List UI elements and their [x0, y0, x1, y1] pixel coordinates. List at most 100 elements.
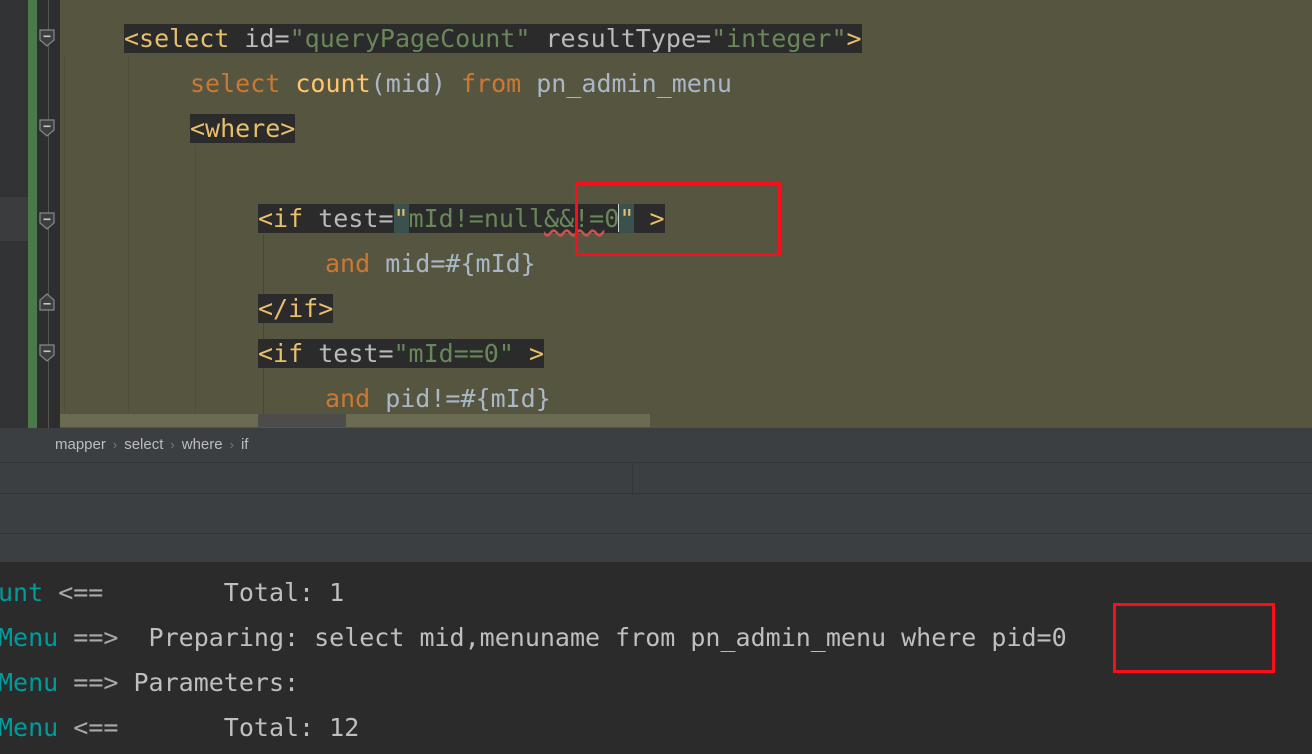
code-token: mid	[385, 69, 431, 98]
code-token: "mId==0"	[393, 339, 514, 368]
code-token: =	[696, 24, 712, 53]
panel-vertical-divider[interactable]	[632, 462, 633, 493]
code-token: </if>	[258, 294, 334, 323]
code-token: count	[295, 69, 371, 98]
console-line-3: Menu ==> Parameters:	[0, 660, 314, 705]
line-if-open-1[interactable]: <if test="mId!=null&&!=0" >	[60, 196, 665, 241]
code-token: resultType	[545, 24, 696, 53]
code-token: "integer"	[711, 24, 847, 53]
console-text: Preparing: select mid,menuname from pn_a…	[133, 623, 1067, 652]
code-token: "queryPageCount"	[289, 24, 531, 53]
line-select-count[interactable]: select count(mid) from pn_admin_menu	[60, 61, 732, 106]
code-token: select	[190, 69, 281, 98]
console-text: Menu	[0, 713, 59, 742]
code-token: <select	[124, 24, 230, 53]
console-text: ==>	[58, 668, 134, 697]
line-and-mid[interactable]: and mid=#{mId}	[60, 241, 536, 286]
code-token: "	[619, 204, 635, 233]
code-token: id	[244, 24, 275, 53]
code-token: >	[649, 204, 665, 233]
fold-marker-if-1[interactable]	[37, 211, 57, 231]
console-logger-name: unt	[0, 578, 44, 607]
console-text: Total: 1	[103, 578, 345, 607]
panel-divider	[0, 462, 1312, 463]
console-text: <==	[58, 713, 119, 742]
fold-marker-if-close[interactable]	[37, 292, 57, 312]
code-line-content: and mid=#{mId}	[325, 249, 536, 278]
console-text: Total: 12	[118, 713, 360, 742]
code-text-surface[interactable]: <select id="queryPageCount" resultType="…	[60, 0, 1312, 428]
code-token: =	[274, 24, 290, 53]
code-token: "	[393, 204, 409, 233]
code-line-content: </if>	[258, 294, 334, 323]
code-token: mid=#{mId}	[370, 249, 536, 278]
code-token: 0	[604, 204, 620, 233]
vcs-change-marker-bar	[28, 0, 37, 428]
breadcrumb-item-mapper[interactable]: mapper	[55, 436, 106, 453]
console-line-1: unt <== Total: 1	[0, 570, 344, 615]
console-text: Menu	[0, 623, 59, 652]
fold-marker-if-2[interactable]	[37, 343, 57, 363]
editor-horizontal-scrollbar-track[interactable]	[60, 414, 650, 427]
console-text: ==>	[58, 623, 134, 652]
breadcrumb[interactable]: mapper › select › where › if	[55, 428, 248, 462]
console-text: Menu	[0, 668, 59, 697]
breadcrumb-separator-icon: ›	[229, 437, 234, 452]
breadcrumb-item-select[interactable]: select	[124, 436, 163, 453]
fold-marker-select[interactable]	[37, 28, 57, 48]
gutter-current-line-highlight	[0, 197, 28, 241]
code-token: pid!=#{mId}	[370, 384, 551, 413]
run-console-output[interactable]: unt <== Total: 1 Menu ==> Preparing: sele…	[0, 562, 1312, 754]
code-token: and	[325, 249, 371, 278]
code-token: and	[325, 384, 371, 413]
code-line-content: <select id="queryPageCount" resultType="…	[124, 24, 862, 53]
code-token: >	[846, 24, 862, 53]
code-token: from	[460, 69, 522, 98]
code-token: )	[430, 69, 461, 98]
fold-marker-where[interactable]	[37, 118, 57, 138]
code-token: <where>	[190, 114, 296, 143]
code-token: >	[528, 339, 545, 368]
code-token: <if	[258, 339, 304, 368]
code-editor[interactable]: <select id="queryPageCount" resultType="…	[0, 0, 1312, 428]
breadcrumb-separator-icon: ›	[112, 437, 118, 452]
code-line-content: select count(mid) from pn_admin_menu	[190, 69, 732, 98]
code-token: pn_admin_menu	[521, 69, 732, 98]
code-token: =	[378, 339, 394, 368]
console-line-4: Menu <== Total: 12	[0, 705, 359, 750]
code-line-content: <where>	[190, 114, 296, 143]
breadcrumb-item-if[interactable]: if	[241, 436, 249, 453]
line-where-open[interactable]: <where>	[60, 106, 296, 151]
console-text: Parameters:	[133, 668, 315, 697]
editor-horizontal-scrollbar-thumb[interactable]	[258, 414, 346, 427]
code-token: <if	[258, 204, 304, 233]
console-line-2: Menu ==> Preparing: select mid,menuname …	[0, 615, 1067, 660]
code-line-content: <if test="mId!=null&&!=0" >	[258, 204, 665, 233]
line-select-open[interactable]: <select id="queryPageCount" resultType="…	[60, 16, 862, 61]
code-token: test	[318, 204, 379, 233]
code-line-content: and pid!=#{mId}	[325, 384, 551, 413]
console-arrow: <==	[43, 578, 104, 607]
line-blank[interactable]	[60, 151, 190, 196]
line-if-open-2[interactable]: <if test="mId==0" >	[60, 331, 545, 376]
line-if-close-1[interactable]: </if>	[60, 286, 334, 331]
code-token: (	[370, 69, 386, 98]
panel-divider[interactable]	[0, 493, 1312, 494]
error-highlight-text: &&!=	[544, 204, 605, 233]
breadcrumb-bar: mapper › select › where › if	[0, 428, 1312, 462]
breadcrumb-separator-icon: ›	[170, 437, 175, 452]
panel-divider[interactable]	[0, 533, 1312, 534]
code-line-content: <if test="mId==0" >	[258, 339, 545, 368]
code-token: =	[378, 204, 394, 233]
code-token: mId!=null	[408, 204, 545, 233]
code-token: test	[318, 339, 379, 368]
tool-window-panels	[0, 462, 1312, 562]
breadcrumb-item-where[interactable]: where	[182, 436, 223, 453]
